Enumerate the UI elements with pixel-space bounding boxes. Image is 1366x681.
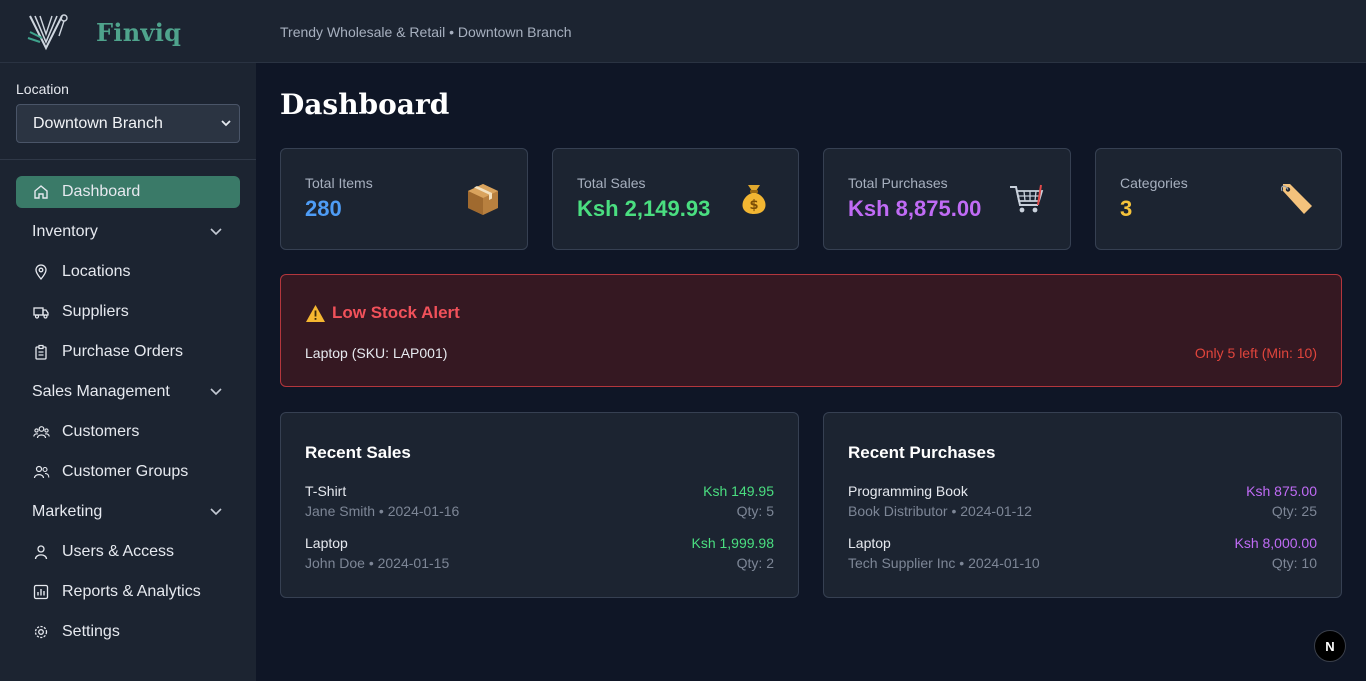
item-amount: Ksh 875.00 xyxy=(1246,483,1317,499)
user-icon xyxy=(32,543,50,561)
item-qty: Qty: 10 xyxy=(1271,555,1317,571)
brand-name[interactable]: Finviq xyxy=(96,18,181,47)
alert-title-text: Low Stock Alert xyxy=(332,303,460,322)
item-qty: Qty: 2 xyxy=(736,555,774,571)
stat-label: Total Sales xyxy=(577,175,646,191)
breadcrumb: Trendy Wholesale & Retail • Downtown Bra… xyxy=(280,24,572,40)
map-pin-icon xyxy=(32,263,50,281)
item-name: T-Shirt xyxy=(305,483,347,499)
dev-tools-badge[interactable]: N xyxy=(1314,630,1346,662)
sidebar-item-label: Dashboard xyxy=(62,183,141,200)
stat-label: Categories xyxy=(1120,175,1188,191)
stat-value: Ksh 8,875.00 xyxy=(848,196,982,221)
list-item[interactable]: Laptop Tech Supplier Inc • 2024-01-10 Ks… xyxy=(848,535,1317,575)
sidebar-item-label: Sales Management xyxy=(32,383,170,400)
stat-card-total-purchases: Total Purchases Ksh 8,875.00 xyxy=(823,148,1071,250)
item-amount: Ksh 1,999.98 xyxy=(691,535,774,551)
location-select[interactable]: Downtown Branch xyxy=(16,104,240,143)
list-item[interactable]: Programming Book Book Distributor • 2024… xyxy=(848,483,1317,523)
warning-icon xyxy=(306,304,325,322)
chevron-down-icon xyxy=(210,228,222,236)
item-meta: Tech Supplier Inc • 2024-01-10 xyxy=(848,555,1040,571)
sidebar-item-reports-analytics[interactable]: Reports & Analytics xyxy=(16,576,240,608)
sidebar-item-locations[interactable]: Locations xyxy=(16,256,240,288)
item-name: Laptop xyxy=(305,535,348,551)
money-bag-icon: $ xyxy=(742,185,766,214)
stat-card-total-sales: Total Sales Ksh 2,149.93 $ xyxy=(552,148,799,250)
stat-label: Total Items xyxy=(305,175,373,191)
item-name: Programming Book xyxy=(848,483,968,499)
sidebar-item-customers[interactable]: Customers xyxy=(16,416,240,448)
sidebar-item-label: Locations xyxy=(62,263,131,280)
users-icon xyxy=(32,423,50,441)
chevron-down-icon xyxy=(210,508,222,516)
stat-value: 280 xyxy=(305,196,342,221)
recent-purchases-title: Recent Purchases xyxy=(848,443,996,462)
gear-icon xyxy=(32,623,50,641)
alert-item: Laptop (SKU: LAP001) xyxy=(305,345,448,361)
recent-sales-title: Recent Sales xyxy=(305,443,411,462)
finviq-logo-icon[interactable] xyxy=(26,12,70,52)
sidebar-section-marketing[interactable]: Marketing xyxy=(16,496,240,528)
stat-value: Ksh 2,149.93 xyxy=(577,196,711,221)
sidebar-item-settings[interactable]: Settings xyxy=(16,616,240,648)
sidebar-item-customer-groups[interactable]: Customer Groups xyxy=(16,456,240,488)
recent-sales-panel: Recent Sales T-Shirt Jane Smith • 2024-0… xyxy=(280,412,799,598)
sidebar-item-label: Inventory xyxy=(32,223,98,240)
item-meta: Book Distributor • 2024-01-12 xyxy=(848,503,1032,519)
item-meta: John Doe • 2024-01-15 xyxy=(305,555,450,571)
stat-label: Total Purchases xyxy=(848,175,948,191)
sidebar-item-label: Settings xyxy=(62,623,120,640)
item-name: Laptop xyxy=(848,535,891,551)
sidebar-divider xyxy=(0,159,256,160)
user-group-icon xyxy=(32,463,50,481)
item-amount: Ksh 8,000.00 xyxy=(1234,535,1317,551)
chevron-down-icon xyxy=(210,388,222,396)
sidebar: Location Downtown Branch Dashboard Inven… xyxy=(0,63,256,681)
low-stock-alert: Low Stock Alert Laptop (SKU: LAP001) Onl… xyxy=(280,274,1342,387)
sidebar-item-label: Purchase Orders xyxy=(62,343,183,360)
sidebar-item-label: Users & Access xyxy=(62,543,175,560)
stat-value: 3 xyxy=(1120,196,1133,221)
item-amount: Ksh 149.95 xyxy=(703,483,774,499)
item-meta: Jane Smith • 2024-01-16 xyxy=(305,503,460,519)
item-qty: Qty: 5 xyxy=(736,503,774,519)
location-label: Location xyxy=(16,81,69,97)
package-icon xyxy=(468,184,498,215)
stat-card-total-items: Total Items 280 xyxy=(280,148,528,250)
chart-icon xyxy=(32,583,50,601)
location-select-value: Downtown Branch xyxy=(33,115,163,132)
top-bar: Finviq Trendy Wholesale & Retail • Downt… xyxy=(0,0,1366,63)
sidebar-item-label: Reports & Analytics xyxy=(62,583,201,600)
truck-icon xyxy=(32,303,50,321)
sidebar-item-label: Customer Groups xyxy=(62,463,189,480)
sidebar-item-suppliers[interactable]: Suppliers xyxy=(16,296,240,328)
alert-stock-note: Only 5 left (Min: 10) xyxy=(1194,345,1317,361)
stat-card-categories: Categories 3 xyxy=(1095,148,1342,250)
sidebar-section-inventory[interactable]: Inventory xyxy=(16,216,240,248)
list-item[interactable]: T-Shirt Jane Smith • 2024-01-16 Ksh 149.… xyxy=(305,483,774,523)
sidebar-item-label: Customers xyxy=(62,423,140,440)
home-icon xyxy=(32,183,50,201)
shopping-cart-icon xyxy=(1010,184,1044,213)
page-title: Dashboard xyxy=(280,88,450,121)
item-qty: Qty: 25 xyxy=(1271,503,1317,519)
chevron-down-icon xyxy=(221,120,231,127)
sidebar-item-users-access[interactable]: Users & Access xyxy=(16,536,240,568)
recent-purchases-panel: Recent Purchases Programming Book Book D… xyxy=(823,412,1342,598)
sidebar-section-sales-management[interactable]: Sales Management xyxy=(16,376,240,408)
sidebar-item-label: Marketing xyxy=(32,503,103,520)
clipboard-icon xyxy=(32,343,50,361)
list-item[interactable]: Laptop John Doe • 2024-01-15 Ksh 1,999.9… xyxy=(305,535,774,575)
sidebar-item-purchase-orders[interactable]: Purchase Orders xyxy=(16,336,240,368)
svg-text:$: $ xyxy=(749,198,758,213)
sidebar-item-dashboard[interactable]: Dashboard xyxy=(16,176,240,208)
sidebar-item-label: Suppliers xyxy=(62,303,129,320)
alert-title: Low Stock Alert xyxy=(305,303,460,323)
tag-icon xyxy=(1280,184,1312,214)
